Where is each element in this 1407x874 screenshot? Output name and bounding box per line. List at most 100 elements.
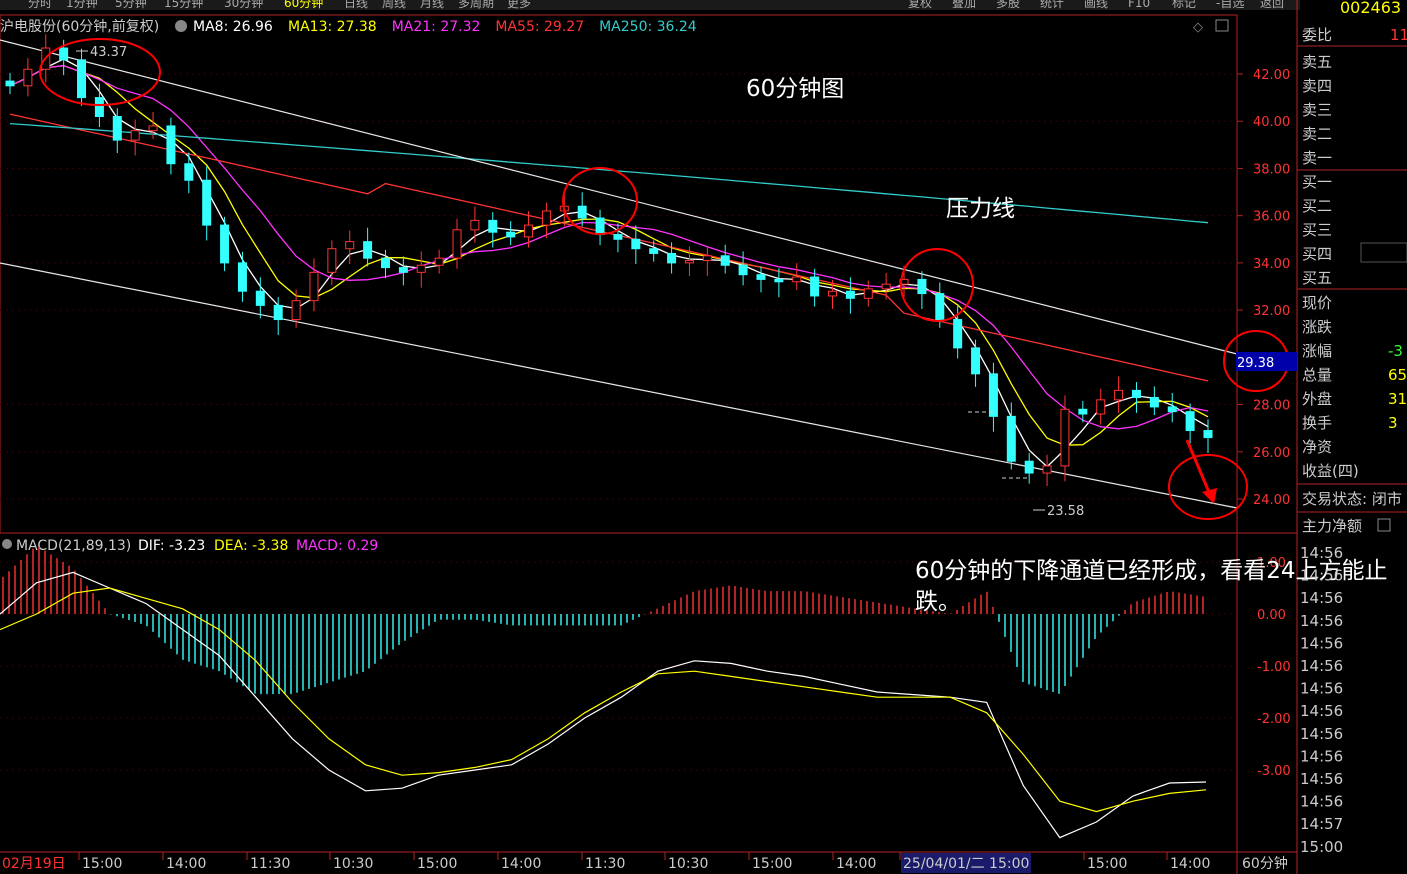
stat-label-6: 净资 bbox=[1302, 438, 1332, 456]
candle-down bbox=[1185, 411, 1195, 432]
candle-up bbox=[130, 130, 140, 141]
tick-time: 14:56 bbox=[1300, 612, 1343, 630]
tool-0[interactable]: 复权 bbox=[908, 0, 932, 10]
time-tick-label: 14:00 bbox=[836, 856, 876, 872]
stat-label-2: 涨幅 bbox=[1302, 342, 1332, 360]
candle-down bbox=[398, 267, 408, 273]
candle-down bbox=[1024, 460, 1034, 474]
time-tick-label: 14:00 bbox=[501, 856, 541, 872]
candle-up bbox=[881, 283, 891, 290]
net-inflow-label: 主力净额 bbox=[1302, 517, 1362, 535]
tool-4[interactable]: 画线 bbox=[1084, 0, 1108, 10]
candle-down bbox=[1203, 430, 1213, 439]
stat-label-1: 涨跌 bbox=[1302, 318, 1332, 336]
tool-6[interactable]: 标记 bbox=[1172, 0, 1196, 10]
macd-panel[interactable]: MACD(21,89,13) DIF: -3.23 DEA: -3.38 MACD: … bbox=[0, 538, 1405, 839]
tool-7[interactable]: -自选 bbox=[1216, 0, 1244, 10]
order-level-5: 买一 bbox=[1302, 173, 1332, 191]
candle-down bbox=[613, 234, 623, 240]
candle-up bbox=[1060, 408, 1070, 467]
tab-7[interactable]: 周线 bbox=[382, 0, 406, 10]
candle-down bbox=[77, 59, 87, 99]
candle-down bbox=[112, 116, 122, 141]
candle-down bbox=[380, 257, 390, 269]
candle-up bbox=[1114, 389, 1124, 401]
time-tick-label: 15:00 bbox=[82, 856, 122, 872]
tab-8[interactable]: 月线 bbox=[420, 0, 444, 10]
candle-down bbox=[94, 97, 104, 118]
candle-down bbox=[756, 274, 766, 280]
price-axis: 42.00 40.00 38.00 36.00 34.00 32.00 28.00 26.00… bbox=[1237, 68, 1290, 508]
tab-0[interactable]: 分时 bbox=[28, 0, 52, 10]
macd-tick-label: -1.00 bbox=[1257, 660, 1291, 675]
tab-5[interactable]: 60分钟 bbox=[284, 0, 323, 10]
stat-value-5: 3 bbox=[1388, 414, 1398, 432]
order-level-3: 卖二 bbox=[1302, 125, 1332, 143]
time-tick-label: 15:00 bbox=[752, 856, 792, 872]
candle-up bbox=[309, 271, 319, 302]
candle-down bbox=[273, 304, 283, 321]
ma-legend-1: MA13: 27.38 bbox=[288, 19, 377, 35]
net-inflow-icon[interactable] bbox=[1377, 518, 1391, 532]
candle-down bbox=[577, 205, 587, 219]
candle-down bbox=[810, 276, 820, 297]
candle-down bbox=[1131, 389, 1141, 398]
candle-up bbox=[452, 229, 462, 259]
chart-stage: 分时 1分钟 5分钟 15分钟 30分钟 60分钟 日线 周线 月线 多周期 更多 复权 叠加 多股 统计… bbox=[0, 0, 1407, 874]
ma55-line bbox=[9, 113, 1209, 382]
candle-down bbox=[220, 224, 230, 264]
macd-dea: DEA: -3.38 bbox=[214, 538, 288, 554]
tick-time: 14:56 bbox=[1300, 793, 1343, 811]
period-selector[interactable]: 60分钟 bbox=[1242, 855, 1288, 872]
tab-1[interactable]: 1分钟 bbox=[66, 0, 98, 10]
candle-up bbox=[524, 224, 534, 238]
macd-settings-icon[interactable] bbox=[2, 539, 12, 549]
time-tick-label: 02月19日 bbox=[2, 856, 66, 872]
stat-value-4: 31 bbox=[1388, 390, 1407, 408]
ma13-line bbox=[9, 65, 1209, 446]
candle-up bbox=[828, 290, 838, 297]
settings-icon[interactable] bbox=[175, 20, 187, 32]
candle-down bbox=[988, 373, 998, 417]
high-price-label: 43.37 bbox=[90, 45, 127, 60]
ma8-line bbox=[9, 58, 1209, 468]
resistance-trendline bbox=[0, 39, 1238, 355]
tool-8[interactable]: 返回 bbox=[1260, 0, 1284, 10]
time-tick-label: 11:30 bbox=[250, 856, 290, 872]
tool-3[interactable]: 统计 bbox=[1040, 0, 1064, 10]
moving-averages bbox=[9, 58, 1209, 468]
time-tick-label: 15:00 bbox=[417, 856, 457, 872]
candle-down bbox=[237, 262, 247, 292]
order-level-4: 卖一 bbox=[1302, 149, 1332, 167]
comment-text: 60分钟的下降通道已经形成，看看24上方能止跌。 bbox=[915, 558, 1388, 615]
tool-1[interactable]: 叠加 bbox=[952, 0, 976, 10]
price-tick-label: 34.00 bbox=[1253, 257, 1290, 272]
down-arrow-shaft bbox=[1185, 439, 1213, 498]
tick-time: 14:56 bbox=[1300, 544, 1343, 562]
tick-time: 14:56 bbox=[1300, 567, 1343, 585]
ma-legend-3: MA55: 29.27 bbox=[495, 19, 584, 35]
tab-2[interactable]: 5分钟 bbox=[115, 0, 147, 10]
ma21-line bbox=[9, 65, 1209, 430]
trade-status: 交易状态: 闭市 bbox=[1302, 490, 1402, 508]
tab-9[interactable]: 多周期 bbox=[458, 0, 494, 10]
tab-3[interactable]: 15分钟 bbox=[164, 0, 203, 10]
candle-up bbox=[345, 241, 355, 250]
diamond-icon[interactable]: ◇ bbox=[1193, 20, 1203, 35]
order-level-1: 卖四 bbox=[1302, 77, 1332, 95]
price-panel[interactable] bbox=[0, 0, 1298, 874]
time-tick-label: 14:00 bbox=[166, 856, 206, 872]
tick-time: 14:56 bbox=[1300, 680, 1343, 698]
tool-2[interactable]: 多股 bbox=[996, 0, 1020, 10]
candle-up bbox=[702, 255, 712, 262]
tab-4[interactable]: 30分钟 bbox=[224, 0, 263, 10]
candle-down bbox=[1149, 396, 1159, 408]
order-level-2: 卖三 bbox=[1302, 101, 1332, 119]
weibi-label: 委比 bbox=[1302, 26, 1332, 44]
window-toggle-icon[interactable] bbox=[1215, 19, 1229, 32]
tab-10[interactable]: 更多 bbox=[507, 0, 531, 10]
candle-up bbox=[1042, 465, 1052, 474]
tab-6[interactable]: 日线 bbox=[344, 0, 368, 10]
tool-5[interactable]: F10 bbox=[1128, 0, 1150, 10]
side-panel: 002463 委比 11 卖五卖四卖三卖二卖一买一买二买三买四买五现价涨跌涨幅 -3 总量… bbox=[1297, 0, 1407, 856]
